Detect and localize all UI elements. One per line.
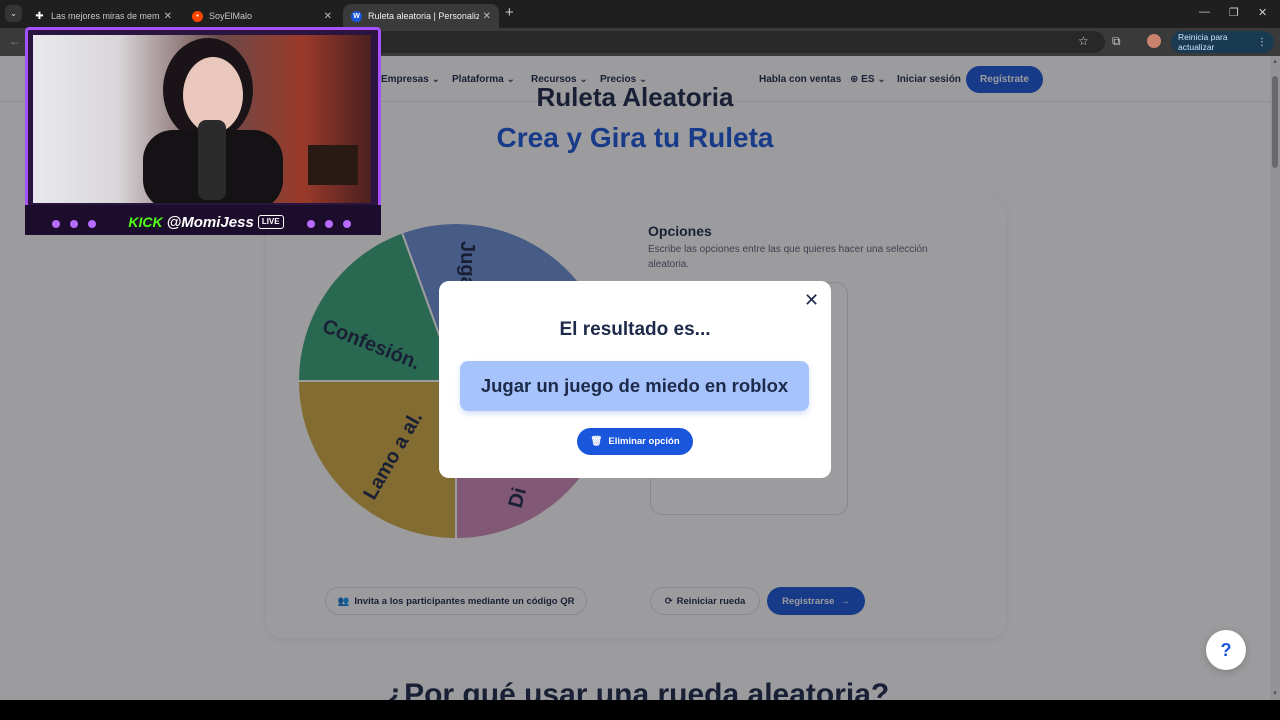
tab-soyelmalo[interactable]: • SoyElMalo ✕: [184, 4, 340, 28]
plus-icon: ✚: [34, 10, 45, 22]
close-tab-icon[interactable]: ✕: [324, 11, 332, 22]
result-value: Jugar un juego de miedo en roblox: [460, 361, 809, 411]
tiktok-live-badge: LIVE: [257, 215, 284, 229]
minimize-icon[interactable]: —: [1199, 6, 1210, 18]
browser-tab-bar: ⌄ ✚ Las mejores miras de memes d ✕ • Soy…: [0, 0, 1280, 28]
reddit-icon: •: [192, 10, 203, 22]
bookmark-star-icon[interactable]: ☆: [1078, 34, 1089, 48]
decor-dot: [307, 220, 315, 228]
tab-title: Ruleta aleatoria | Personaliza y: [368, 11, 479, 21]
handle-text: @MomiJess: [166, 213, 254, 231]
close-icon[interactable]: ✕: [804, 291, 819, 309]
kick-logo: KICK: [128, 214, 163, 230]
webcam-video: [33, 35, 371, 203]
update-button[interactable]: Reinicia para actualizar ⋮: [1171, 31, 1274, 53]
decor-dot: [88, 220, 96, 228]
taskbar-edge: [0, 700, 1280, 720]
decor-dot: [343, 220, 351, 228]
new-tab-icon[interactable]: +: [505, 4, 514, 22]
webcam-overlay: KICK @MomiJess LIVE: [25, 27, 381, 235]
back-arrow-icon[interactable]: ←: [9, 34, 21, 48]
trash-icon: 🗑: [590, 436, 603, 447]
delete-label: Eliminar opción: [608, 436, 680, 447]
close-window-icon[interactable]: ✕: [1258, 6, 1267, 19]
result-title: El resultado es...: [559, 319, 711, 340]
result-dialog: ✕ El resultado es... Jugar un juego de m…: [439, 281, 831, 478]
profile-avatar[interactable]: [1147, 34, 1161, 48]
help-button[interactable]: ?: [1206, 630, 1246, 670]
menu-dots-icon[interactable]: ⋮: [1257, 37, 1267, 48]
update-label: Reinicia para actualizar: [1178, 32, 1228, 52]
decor-dot: [52, 220, 60, 228]
tab-memes[interactable]: ✚ Las mejores miras de memes d ✕: [26, 4, 180, 28]
streamer-handle: KICK @MomiJess LIVE: [113, 211, 299, 233]
close-tab-icon[interactable]: ✕: [483, 11, 491, 22]
extensions-icon[interactable]: ⧉: [1112, 34, 1121, 49]
tab-ruleta[interactable]: W Ruleta aleatoria | Personaliza y ✕: [343, 4, 499, 28]
tab-title: SoyElMalo: [209, 11, 253, 21]
decor-dot: [70, 220, 78, 228]
tab-search-icon[interactable]: ⌄: [5, 5, 22, 22]
tab-title: Las mejores miras de memes d: [51, 11, 160, 21]
wheel-logo-icon: W: [351, 10, 362, 22]
restore-icon[interactable]: ❐: [1229, 6, 1239, 19]
close-tab-icon[interactable]: ✕: [164, 11, 172, 22]
screen: ⌄ ✚ Las mejores miras de memes d ✕ • Soy…: [0, 0, 1280, 720]
delete-option-button[interactable]: 🗑 Eliminar opción: [577, 428, 693, 455]
streamer-silhouette: [143, 38, 358, 203]
decor-dot: [325, 220, 333, 228]
